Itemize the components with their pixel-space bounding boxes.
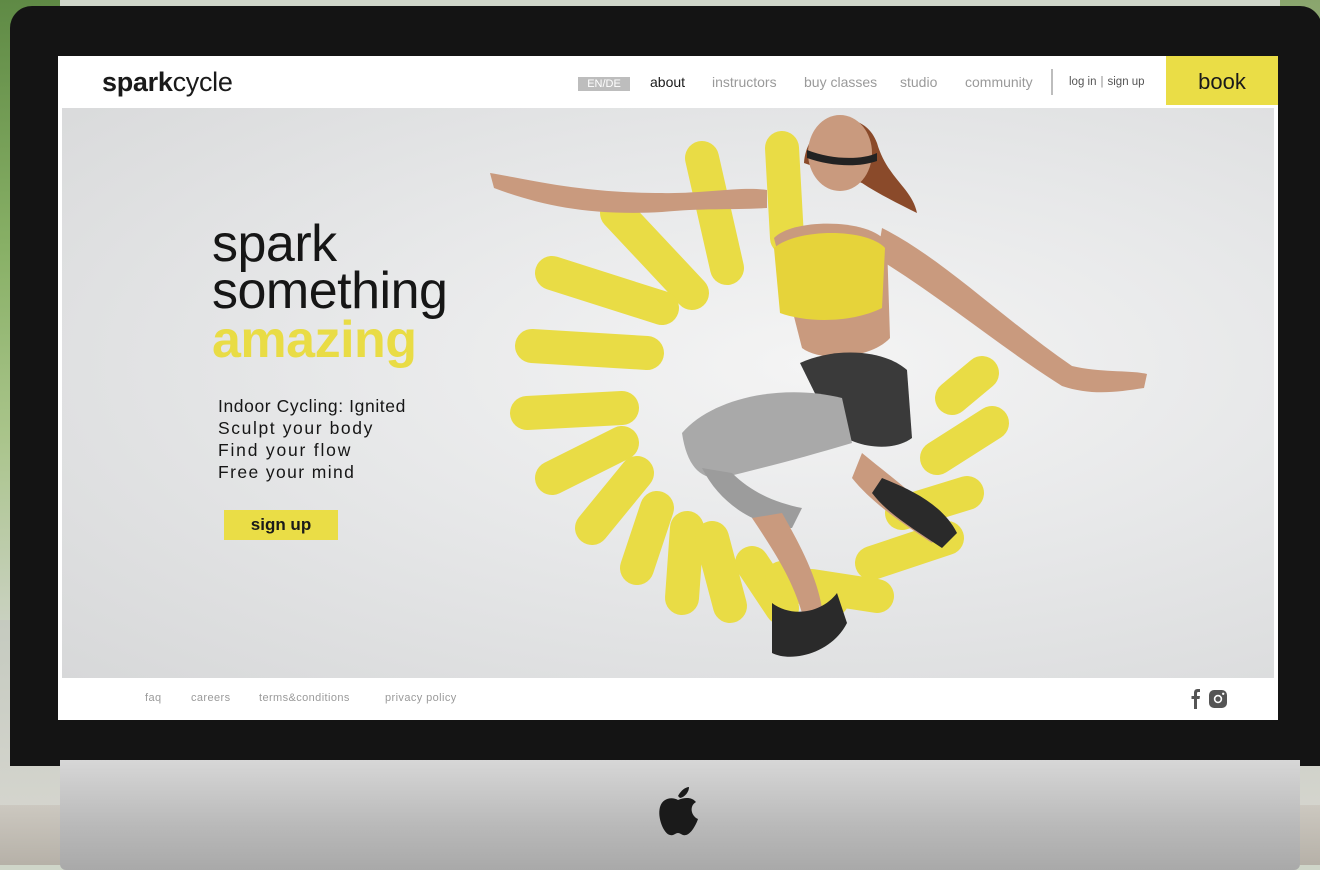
footer-link-terms[interactable]: terms&conditions: [259, 692, 350, 704]
language-switch[interactable]: EN/DE: [578, 77, 630, 91]
hero-title-line-3: amazing: [212, 311, 417, 369]
nav-item-about[interactable]: about: [650, 74, 685, 90]
tagline-1: Indoor Cycling: Ignited: [218, 396, 406, 416]
facebook-icon[interactable]: [1190, 689, 1202, 709]
top-navbar: sparkcycle EN/DE about instructors buy c…: [58, 56, 1278, 108]
nav-item-community[interactable]: community: [965, 74, 1033, 90]
tagline-2: Sculpt your body: [218, 418, 374, 438]
hero-section: spark something amazing Indoor Cycling: …: [62, 108, 1274, 678]
footer-link-faq[interactable]: faq: [145, 692, 162, 704]
login-link[interactable]: log in: [1069, 76, 1097, 88]
auth-separator: |: [1100, 76, 1104, 88]
nav-item-buy-classes[interactable]: buy classes: [804, 74, 877, 90]
website-screen: sparkcycle EN/DE about instructors buy c…: [58, 56, 1278, 720]
nav-item-instructors[interactable]: instructors: [712, 74, 777, 90]
hero-title-line-2: something: [212, 262, 448, 320]
nav-item-studio[interactable]: studio: [900, 74, 937, 90]
apple-logo-icon: [659, 787, 698, 836]
brand-logo-bold: spark: [102, 67, 173, 97]
sun-ray-graphic: [510, 131, 1009, 625]
signup-link[interactable]: sign up: [1108, 76, 1145, 88]
brand-logo[interactable]: sparkcycle: [102, 67, 233, 98]
nav-divider: [1051, 69, 1053, 95]
hero-image: [490, 115, 1147, 657]
footer-link-privacy[interactable]: privacy policy: [385, 692, 457, 704]
tagline-3: Find your flow: [218, 440, 353, 460]
instagram-icon[interactable]: [1208, 689, 1228, 709]
signup-button[interactable]: sign up: [224, 510, 338, 540]
tagline-4: Free your mind: [218, 462, 356, 482]
footer-bar: faq careers terms&conditions privacy pol…: [104, 678, 1278, 720]
footer-link-careers[interactable]: careers: [191, 692, 230, 704]
auth-links: log in | sign up: [1069, 76, 1145, 88]
brand-logo-light: cycle: [172, 67, 233, 97]
book-button[interactable]: book: [1166, 56, 1278, 105]
